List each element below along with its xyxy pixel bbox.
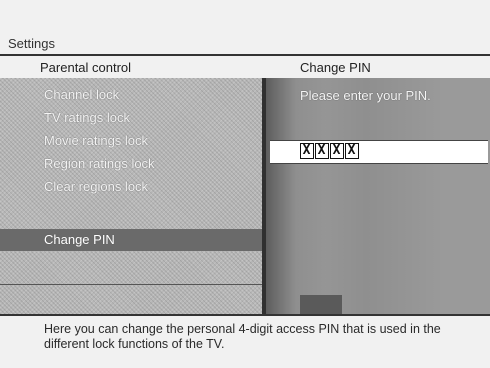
top-divider xyxy=(0,54,490,56)
pin-input[interactable]: XXXX xyxy=(270,140,488,164)
menu-item-label: Region ratings lock xyxy=(44,156,155,171)
right-panel-header: Change PIN xyxy=(300,60,371,75)
menu-item-tv-ratings-lock[interactable]: TV ratings lock xyxy=(0,107,262,129)
detail-panel xyxy=(266,78,490,314)
menu-item-channel-lock[interactable]: Channel lock xyxy=(0,84,262,106)
help-text: Here you can change the personal 4-digit… xyxy=(44,322,441,351)
left-panel-header: Parental control xyxy=(40,60,132,75)
menu-item-change-pin[interactable]: Change PIN xyxy=(0,229,262,251)
menu-item-movie-ratings-lock[interactable]: Movie ratings lock xyxy=(0,130,262,152)
pin-digit-4: X xyxy=(345,143,359,159)
pin-prompt: Please enter your PIN. xyxy=(300,88,431,103)
menu-item-clear-regions-lock[interactable]: Clear regions lock xyxy=(0,176,262,198)
menu-item-label: Movie ratings lock xyxy=(44,133,149,148)
menu-item-label: TV ratings lock xyxy=(44,110,130,125)
detail-footer-bar xyxy=(300,295,342,314)
menu-item-label: Change PIN xyxy=(44,232,115,247)
menu-item-region-ratings-lock[interactable]: Region ratings lock xyxy=(0,153,262,175)
bottom-divider xyxy=(0,314,490,316)
pin-digit-2: X xyxy=(315,143,329,159)
menu-panel: Channel lock TV ratings lock Movie ratin… xyxy=(0,78,262,314)
page-title: Settings xyxy=(8,36,55,51)
pin-digit-1: X xyxy=(300,143,314,159)
menu-item-label: Clear regions lock xyxy=(44,179,149,194)
pin-mask: XXXX xyxy=(300,143,360,159)
menu-item-label: Channel lock xyxy=(44,87,120,102)
menu-bottom-divider xyxy=(0,284,262,285)
pin-digit-3: X xyxy=(330,143,344,159)
